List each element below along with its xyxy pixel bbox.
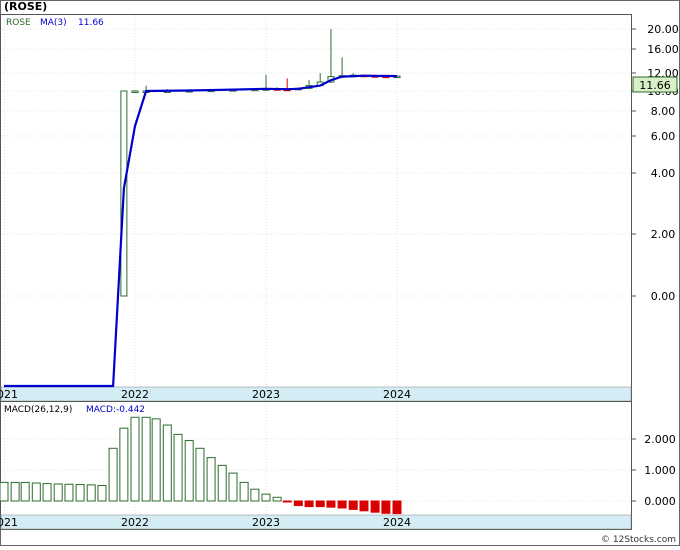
- macd-bar: [20, 481, 30, 502]
- macd-bar: [64, 483, 74, 502]
- macd-bar: [162, 424, 172, 502]
- stock-chart: (ROSE) 20.0016.0012.0010.008.006.004.002…: [0, 0, 680, 546]
- macd-bar: [348, 500, 358, 510]
- macd-bar: [272, 496, 282, 502]
- macd-x-tick-label: 2022: [121, 516, 149, 529]
- macd-bar: [75, 484, 85, 502]
- watermark: © 12Stocks.com: [601, 535, 676, 545]
- macd-bar: [359, 500, 369, 512]
- chart-title: (ROSE): [4, 0, 47, 13]
- price-y-tick-label: 6.00: [651, 130, 676, 143]
- macd-bar: [304, 500, 314, 508]
- macd-y-tick-label: 2.000: [644, 433, 676, 446]
- price-y-tick-label: 4.00: [651, 167, 676, 180]
- macd-x-tick-label: 2023: [252, 516, 280, 529]
- macd-bar: [250, 488, 260, 502]
- macd-bar: [239, 481, 249, 502]
- macd-bar: [392, 500, 402, 515]
- price-x-tick-label: 2022: [121, 388, 149, 401]
- legend-symbol: ROSE: [6, 18, 31, 28]
- price-y-tick-label: 16.00: [647, 43, 679, 56]
- legend-ma-value: 11.66: [78, 18, 104, 28]
- price-y-tick-label: 20.00: [647, 23, 679, 36]
- macd-bar: [0, 481, 9, 502]
- macd-bar: [31, 482, 41, 502]
- macd-bar: [370, 500, 380, 513]
- macd-x-tick-label: 2021: [0, 516, 18, 529]
- macd-bar: [195, 447, 205, 502]
- macd-x-tick-label: 2024: [383, 516, 411, 529]
- macd-bar: [10, 481, 20, 502]
- macd-legend-params: MACD(26,12,9): [4, 405, 72, 415]
- macd-bar: [315, 500, 325, 508]
- macd-bar: [381, 500, 391, 514]
- price-panel: [0, 14, 632, 402]
- macd-bar: [293, 500, 303, 506]
- macd-y-tick-label: 1.000: [644, 464, 676, 477]
- macd-bar: [326, 500, 336, 508]
- macd-bar: [337, 500, 347, 509]
- macd-x-axis-band: [0, 514, 632, 530]
- price-x-tick-label: 2023: [252, 388, 280, 401]
- macd-y-tick-label: 0.000: [644, 495, 676, 508]
- macd-bar: [261, 493, 271, 502]
- price-x-tick-label: 2024: [383, 388, 411, 401]
- macd-bar: [173, 433, 183, 502]
- last-price-badge: 11.66: [639, 79, 671, 92]
- price-y-tick-label: 2.00: [651, 228, 676, 241]
- macd-bar: [130, 416, 140, 502]
- price-y-tick-label: 0.00: [651, 290, 676, 303]
- macd-bar: [141, 416, 151, 502]
- legend-ma-label: MA(3): [40, 18, 67, 28]
- price-y-tick-label: 8.00: [651, 105, 676, 118]
- macd-bar: [119, 427, 129, 502]
- macd-bar: [86, 484, 96, 502]
- price-x-tick-label: 2021: [0, 388, 18, 401]
- price-x-axis-band: [0, 386, 632, 402]
- macd-legend-value: MACD:-0.442: [86, 405, 145, 415]
- macd-bar: [42, 483, 52, 502]
- macd-bar: [206, 457, 216, 502]
- macd-bar: [228, 472, 238, 502]
- macd-bar: [151, 418, 161, 502]
- macd-bar: [217, 464, 227, 502]
- macd-bar: [108, 447, 118, 502]
- macd-bar: [97, 485, 107, 502]
- candle-body: [131, 90, 139, 93]
- macd-panel: [0, 401, 632, 530]
- macd-bar: [282, 500, 292, 503]
- macd-bar: [184, 440, 194, 502]
- macd-bar: [53, 483, 63, 502]
